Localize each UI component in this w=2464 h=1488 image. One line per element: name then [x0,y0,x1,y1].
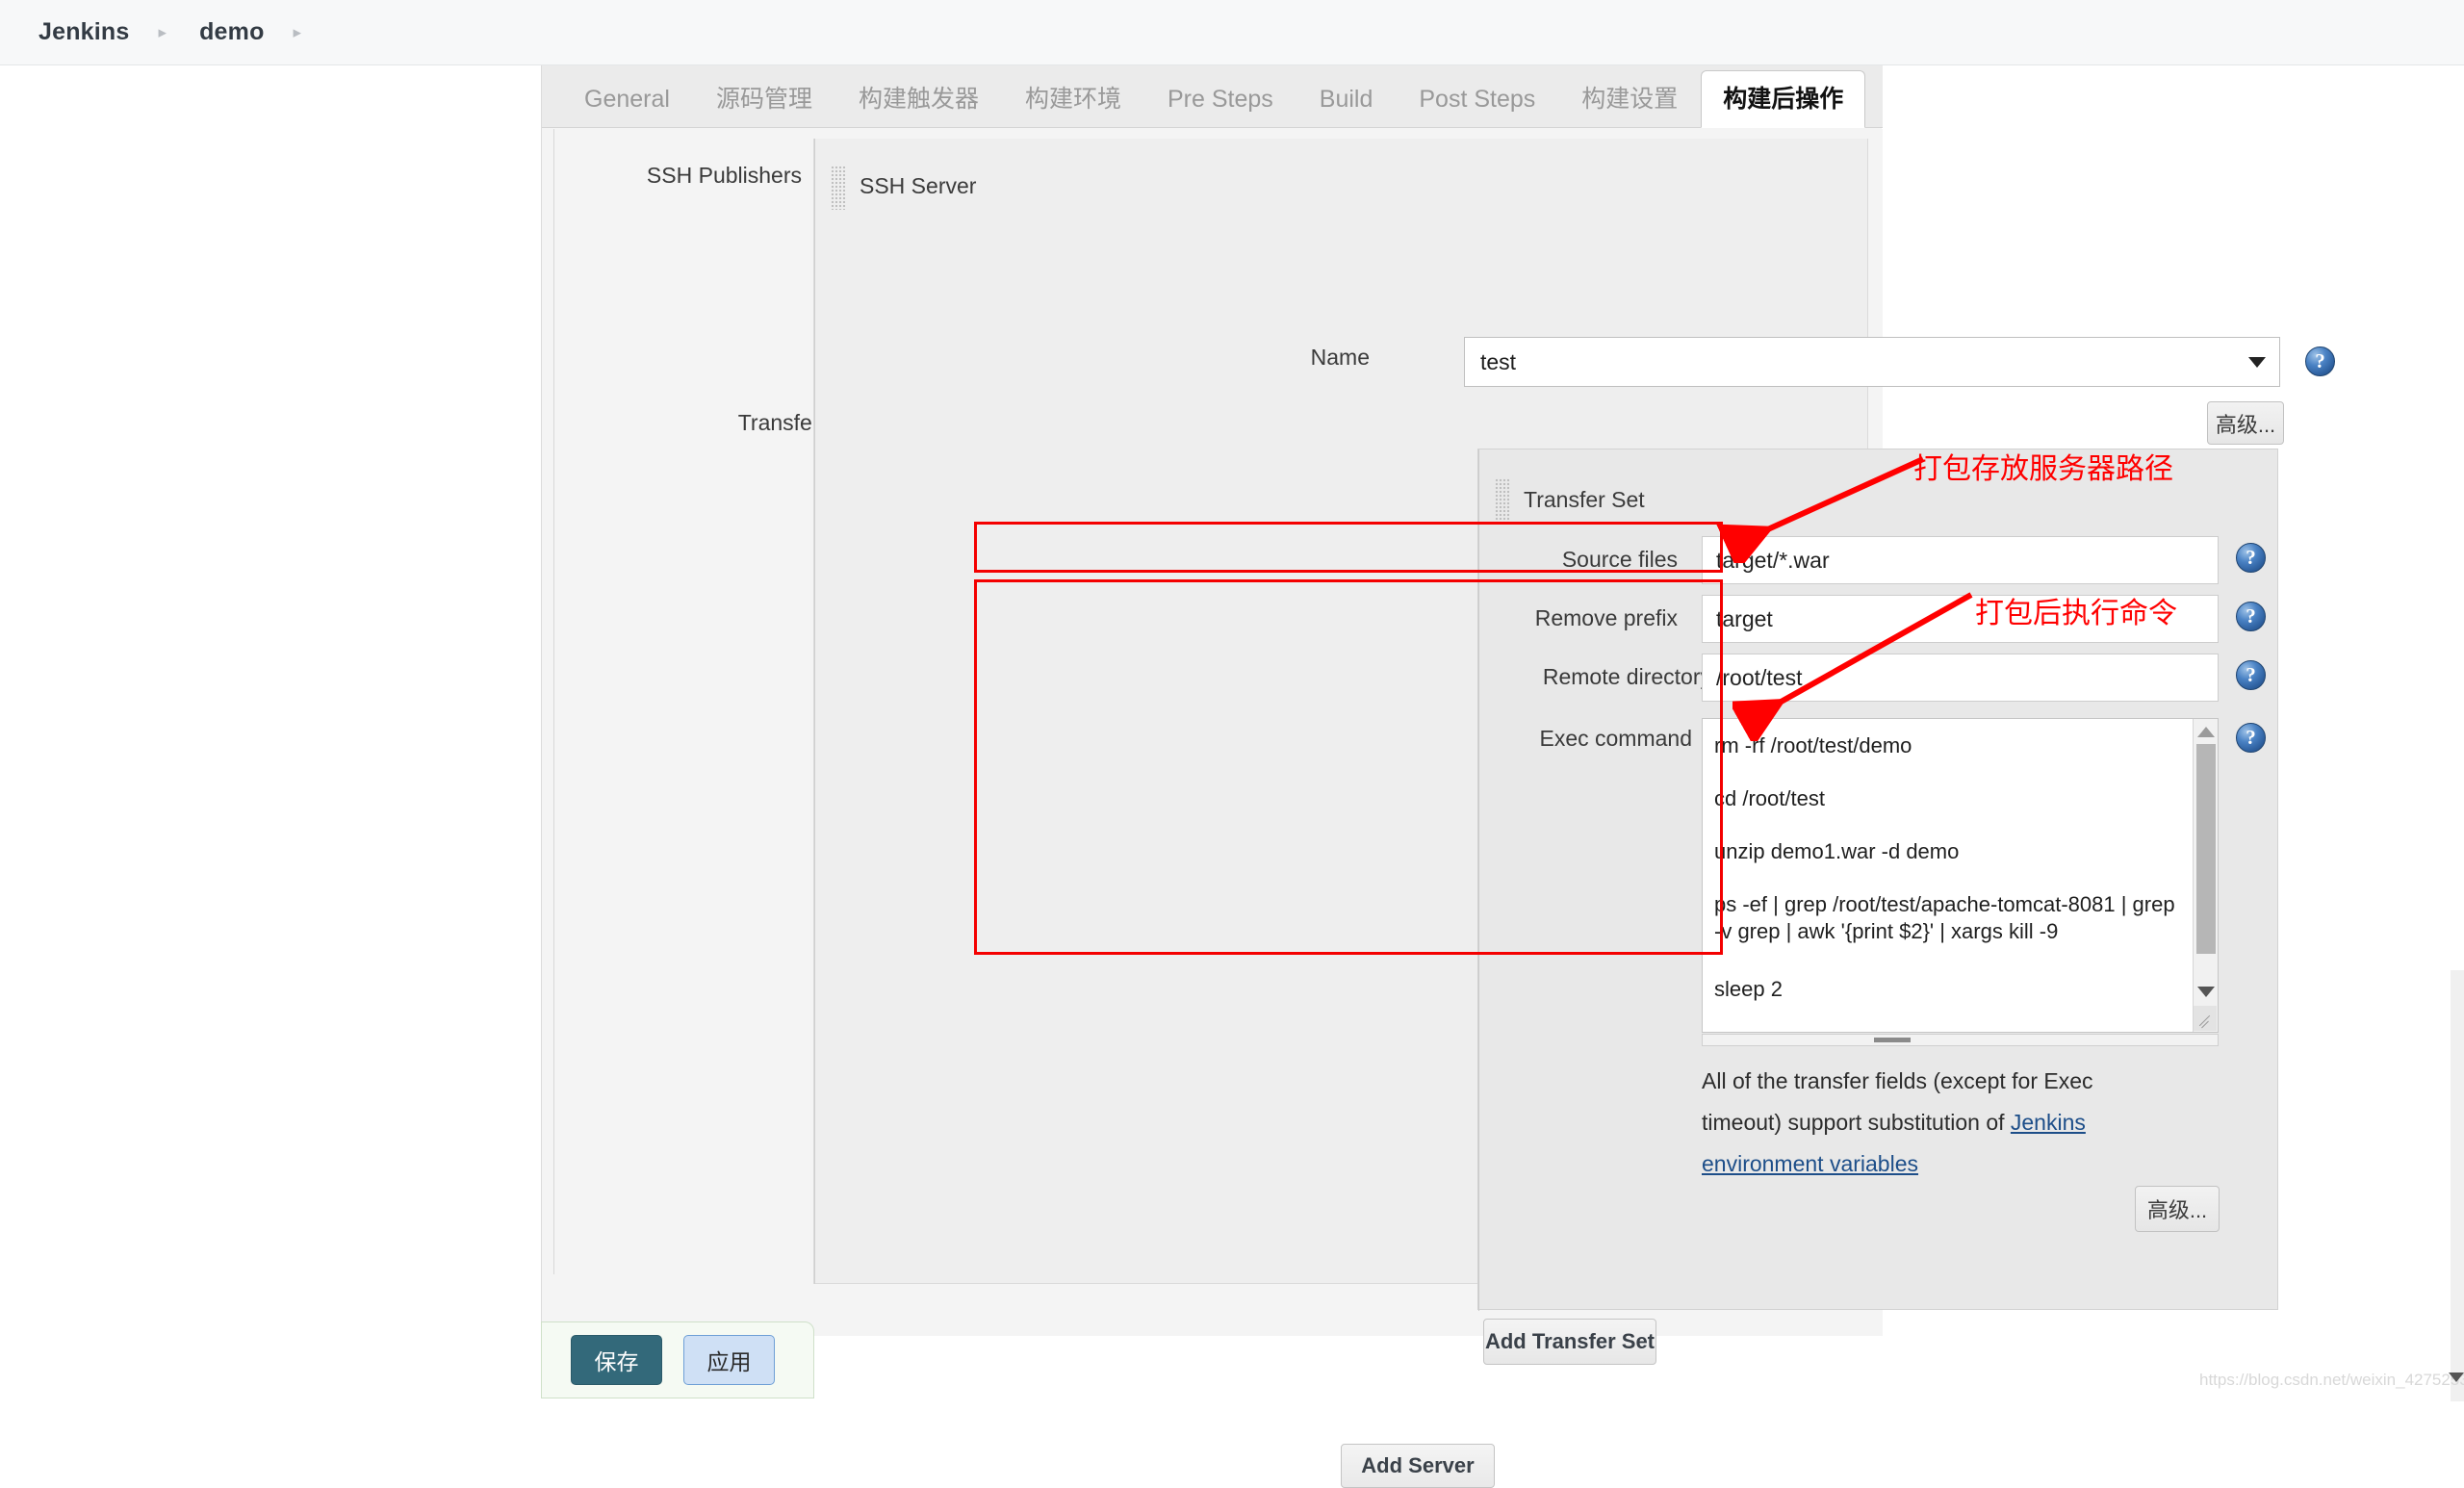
exec-command-scrollbar[interactable] [2193,719,2218,1032]
annotation-label-remote-directory: 打包存放服务器路径 [1913,453,2173,485]
breadcrumb-item-jenkins[interactable]: Jenkins [38,18,130,46]
remote-directory-input[interactable]: /root/test [1702,654,2219,702]
exec-command-line-5: sleep 2 [1714,977,1783,1001]
drag-handle-icon-transfer-set[interactable] [1495,478,1510,523]
ssh-panel-divider [814,139,815,1284]
transfers-label: Transfers [737,410,831,435]
advanced-button-transfer[interactable]: 高级... [2135,1186,2220,1232]
watermark-text: https://blog.csdn.net/weixin_42752532 [2199,1371,2464,1389]
page-scrollbar[interactable] [2451,970,2464,1401]
scrollbar-thumb[interactable] [2196,744,2216,954]
apply-button[interactable]: 应用 [683,1335,775,1385]
tab-build-environment[interactable]: 构建环境 [1002,71,1144,127]
add-transfer-set-button[interactable]: Add Transfer Set [1483,1319,1656,1365]
remote-directory-label: Remote directory [1542,664,1711,689]
remove-prefix-value: target [1716,605,1773,631]
tab-build[interactable]: Build [1296,71,1397,127]
exec-command-line-2: cd /root/test [1714,786,1825,810]
help-icon-name[interactable]: ? [2305,346,2335,376]
scroll-up-arrow-icon[interactable] [2197,727,2215,737]
name-label: Name [1310,345,1370,370]
exec-command-textarea[interactable]: rm -rf /root/test/demo cd /root/test unz… [1702,718,2219,1033]
advanced-button-server[interactable]: 高级... [2207,401,2284,445]
tab-build-triggers[interactable]: 构建触发器 [835,71,1002,127]
transfers-panel-divider [1478,449,1479,1311]
chevron-down-icon [2248,357,2266,368]
help-icon-source-files[interactable]: ? [2236,543,2266,573]
ssh-server-name-value: test [1480,348,1517,374]
job-config-area: General 源码管理 构建触发器 构建环境 Pre Steps Build … [541,65,2335,1488]
ssh-server-name-select[interactable]: test [1464,337,2280,387]
exec-command-line-1: rm -rf /root/test/demo [1714,733,1912,757]
save-button[interactable]: 保存 [571,1335,662,1385]
breadcrumb: Jenkins ▸ demo ▸ [0,0,2464,65]
source-files-value: target/*.war [1716,547,1830,573]
help-icon-remove-prefix[interactable]: ? [2236,602,2266,631]
ssh-publishers-label: SSH Publishers [646,163,802,188]
textarea-resize-grip-icon[interactable] [2194,1006,2217,1031]
scroll-down-arrow-icon[interactable] [2197,987,2215,997]
exec-command-horizontal-scrollbar[interactable] [1702,1034,2219,1046]
config-tab-bar: General 源码管理 构建触发器 构建环境 Pre Steps Build … [542,65,1883,128]
add-server-button[interactable]: Add Server [1341,1444,1495,1488]
post-build-form: SSH Publishers Transfers SSH Server Name… [542,129,2335,1488]
annotation-label-exec-command: 打包后执行命令 [1975,598,2177,629]
breadcrumb-separator-icon: ▸ [158,23,167,41]
source-files-label: Source files [1561,547,1678,572]
save-action-bar: 保存 应用 [541,1321,814,1398]
drag-handle-icon-ssh-server[interactable] [831,166,846,210]
remove-prefix-label: Remove prefix [1534,605,1678,630]
tab-post-build-actions[interactable]: 构建后操作 [1701,70,1866,128]
transfer-set-title: Transfer Set [1524,487,1645,512]
tab-general[interactable]: General [561,71,693,127]
exec-command-label: Exec command [1539,726,1692,751]
breadcrumb-item-demo[interactable]: demo [199,18,264,46]
form-left-divider [553,129,554,1274]
tab-pre-steps[interactable]: Pre Steps [1144,71,1296,127]
page-scroll-down-arrow-icon[interactable] [2449,1373,2464,1382]
exec-command-line-3: unzip demo1.war -d demo [1714,839,1960,863]
page-body: General 源码管理 构建触发器 构建环境 Pre Steps Build … [0,65,2464,1488]
breadcrumb-separator-icon-2: ▸ [293,23,302,41]
source-files-input[interactable]: target/*.war [1702,536,2219,584]
remote-directory-value: /root/test [1716,664,1803,690]
transfer-help-text: All of the transfer fields (except for E… [1702,1061,2173,1185]
horizontal-scrollbar-thumb[interactable] [1874,1038,1911,1042]
help-icon-remote-directory[interactable]: ? [2236,660,2266,690]
help-icon-exec-command[interactable]: ? [2236,723,2266,753]
tab-post-steps[interactable]: Post Steps [1396,71,1558,127]
exec-command-line-4: ps -ef | grep /root/test/apache-tomcat-8… [1714,892,2181,943]
ssh-server-title: SSH Server [860,173,977,198]
tab-source-management[interactable]: 源码管理 [693,71,835,127]
tab-build-settings[interactable]: 构建设置 [1558,71,1701,127]
